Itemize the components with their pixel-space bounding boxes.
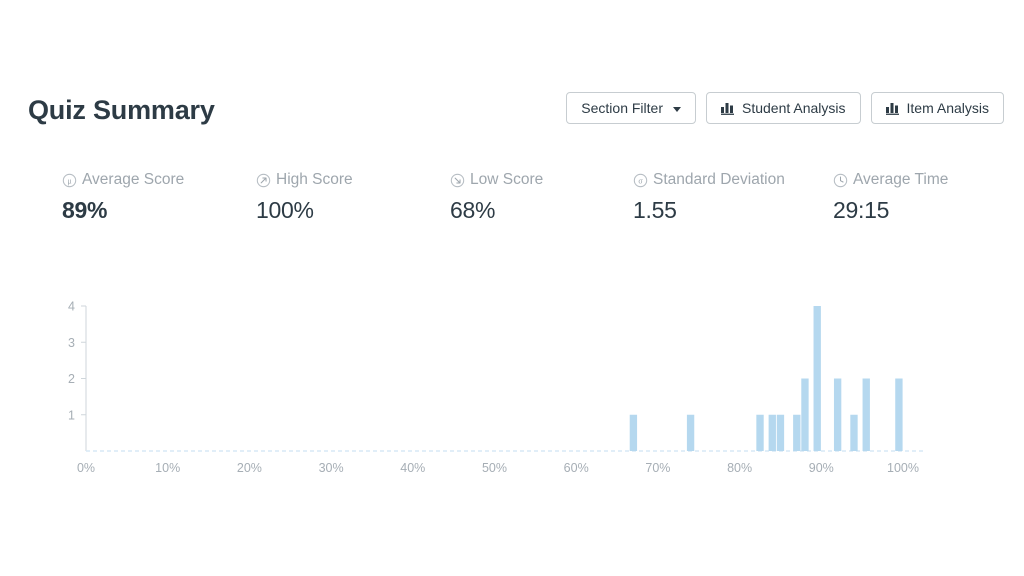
stat-standard-deviation: σ Standard Deviation 1.55 bbox=[633, 170, 833, 224]
x-axis-tick-label: 10% bbox=[155, 461, 180, 475]
stat-value: 29:15 bbox=[833, 197, 890, 223]
clock-icon bbox=[833, 173, 848, 188]
header-actions: Section Filter Student Analysis Item Ana… bbox=[566, 92, 1004, 124]
summary-statistics: μ Average Score 89% High Score 100% Low … bbox=[62, 170, 1002, 224]
stat-value: 100% bbox=[256, 197, 314, 223]
x-axis-tick-label: 90% bbox=[809, 461, 834, 475]
stat-label-row: Low Score bbox=[450, 170, 633, 190]
x-axis-tick-label: 30% bbox=[319, 461, 344, 475]
histogram-bar[interactable] bbox=[813, 306, 821, 451]
y-axis-tick-label: 1 bbox=[68, 408, 75, 422]
stat-average-time: Average Time 29:15 bbox=[833, 170, 993, 224]
histogram-bar[interactable] bbox=[850, 414, 858, 451]
y-axis-tick-label: 3 bbox=[68, 336, 75, 350]
score-distribution-chart: 1 2 3 4 0% 10% 20% 30% 40% 50% 60% 70% 80% 90% 100% bbox=[0, 286, 1024, 486]
histogram-bar[interactable] bbox=[833, 378, 842, 452]
arrow-up-right-circle-icon bbox=[256, 173, 271, 188]
x-axis-tick-label: 80% bbox=[727, 461, 752, 475]
x-axis-tick-label: 50% bbox=[482, 461, 507, 475]
chart-canvas: 12340% 10% 20% 30% 40% 50% 60% 70% 80% 90% 100% bbox=[68, 300, 923, 475]
stat-label-row: High Score bbox=[256, 170, 450, 190]
stat-value: 68% bbox=[450, 197, 496, 223]
stat-label-text: Average Time bbox=[853, 171, 949, 188]
stat-low-score: Low Score 68% bbox=[450, 170, 633, 224]
stat-label-text: High Score bbox=[276, 171, 353, 188]
mu-circle-icon: μ bbox=[62, 173, 77, 188]
svg-text:σ: σ bbox=[638, 176, 643, 185]
sigma-circle-icon: σ bbox=[633, 173, 648, 188]
quiz-summary-page: Quiz Summary Section Filter Student Anal… bbox=[0, 0, 1024, 576]
bar-chart-icon bbox=[721, 102, 735, 115]
y-axis-tick-label: 4 bbox=[68, 300, 75, 314]
item-analysis-button[interactable]: Item Analysis bbox=[870, 92, 1004, 124]
stat-label-text: Standard Deviation bbox=[653, 171, 785, 188]
bar-chart-icon bbox=[885, 102, 900, 115]
x-axis-tick-label: 20% bbox=[237, 461, 262, 475]
stat-label-text: Low Score bbox=[470, 171, 544, 188]
stat-label-row: μ Average Score bbox=[62, 170, 256, 190]
stat-value: 89% bbox=[62, 197, 108, 223]
chevron-down-icon bbox=[673, 106, 681, 112]
page-title: Quiz Summary bbox=[28, 95, 215, 125]
section-filter-button[interactable]: Section Filter bbox=[566, 92, 696, 124]
histogram-bar[interactable] bbox=[686, 414, 695, 451]
y-axis-tick-label: 2 bbox=[68, 372, 75, 386]
x-axis-tick-label: 60% bbox=[564, 461, 589, 475]
section-filter-label: Section Filter bbox=[581, 100, 663, 116]
histogram-bar[interactable] bbox=[793, 414, 801, 451]
histogram-bar[interactable] bbox=[862, 378, 870, 452]
x-axis-tick-label: 100% bbox=[887, 461, 919, 475]
student-analysis-button[interactable]: Student Analysis bbox=[706, 92, 861, 124]
student-analysis-label: Student Analysis bbox=[742, 100, 846, 116]
stat-value: 1.55 bbox=[633, 197, 677, 223]
stat-average-score: μ Average Score 89% bbox=[62, 170, 256, 224]
stat-label-row: σ Standard Deviation bbox=[633, 170, 833, 190]
stat-label-row: Average Time bbox=[833, 170, 993, 190]
svg-text:μ: μ bbox=[67, 176, 71, 185]
x-axis-tick-label: 40% bbox=[400, 461, 425, 475]
histogram-bar[interactable] bbox=[801, 378, 809, 452]
histogram-bar[interactable] bbox=[895, 378, 903, 452]
arrow-down-right-circle-icon bbox=[450, 173, 465, 188]
histogram-bar[interactable] bbox=[629, 414, 638, 451]
stat-label-text: Average Score bbox=[82, 171, 185, 188]
page-header: Quiz Summary Section Filter Student Anal… bbox=[0, 86, 1024, 134]
x-axis-tick-label: 0% bbox=[77, 461, 95, 475]
item-analysis-label: Item Analysis bbox=[906, 100, 989, 116]
histogram-bar[interactable] bbox=[776, 414, 785, 451]
histogram-bar[interactable] bbox=[756, 414, 764, 451]
histogram-bar[interactable] bbox=[768, 414, 776, 451]
x-axis-tick-label: 70% bbox=[645, 461, 670, 475]
stat-high-score: High Score 100% bbox=[256, 170, 450, 224]
